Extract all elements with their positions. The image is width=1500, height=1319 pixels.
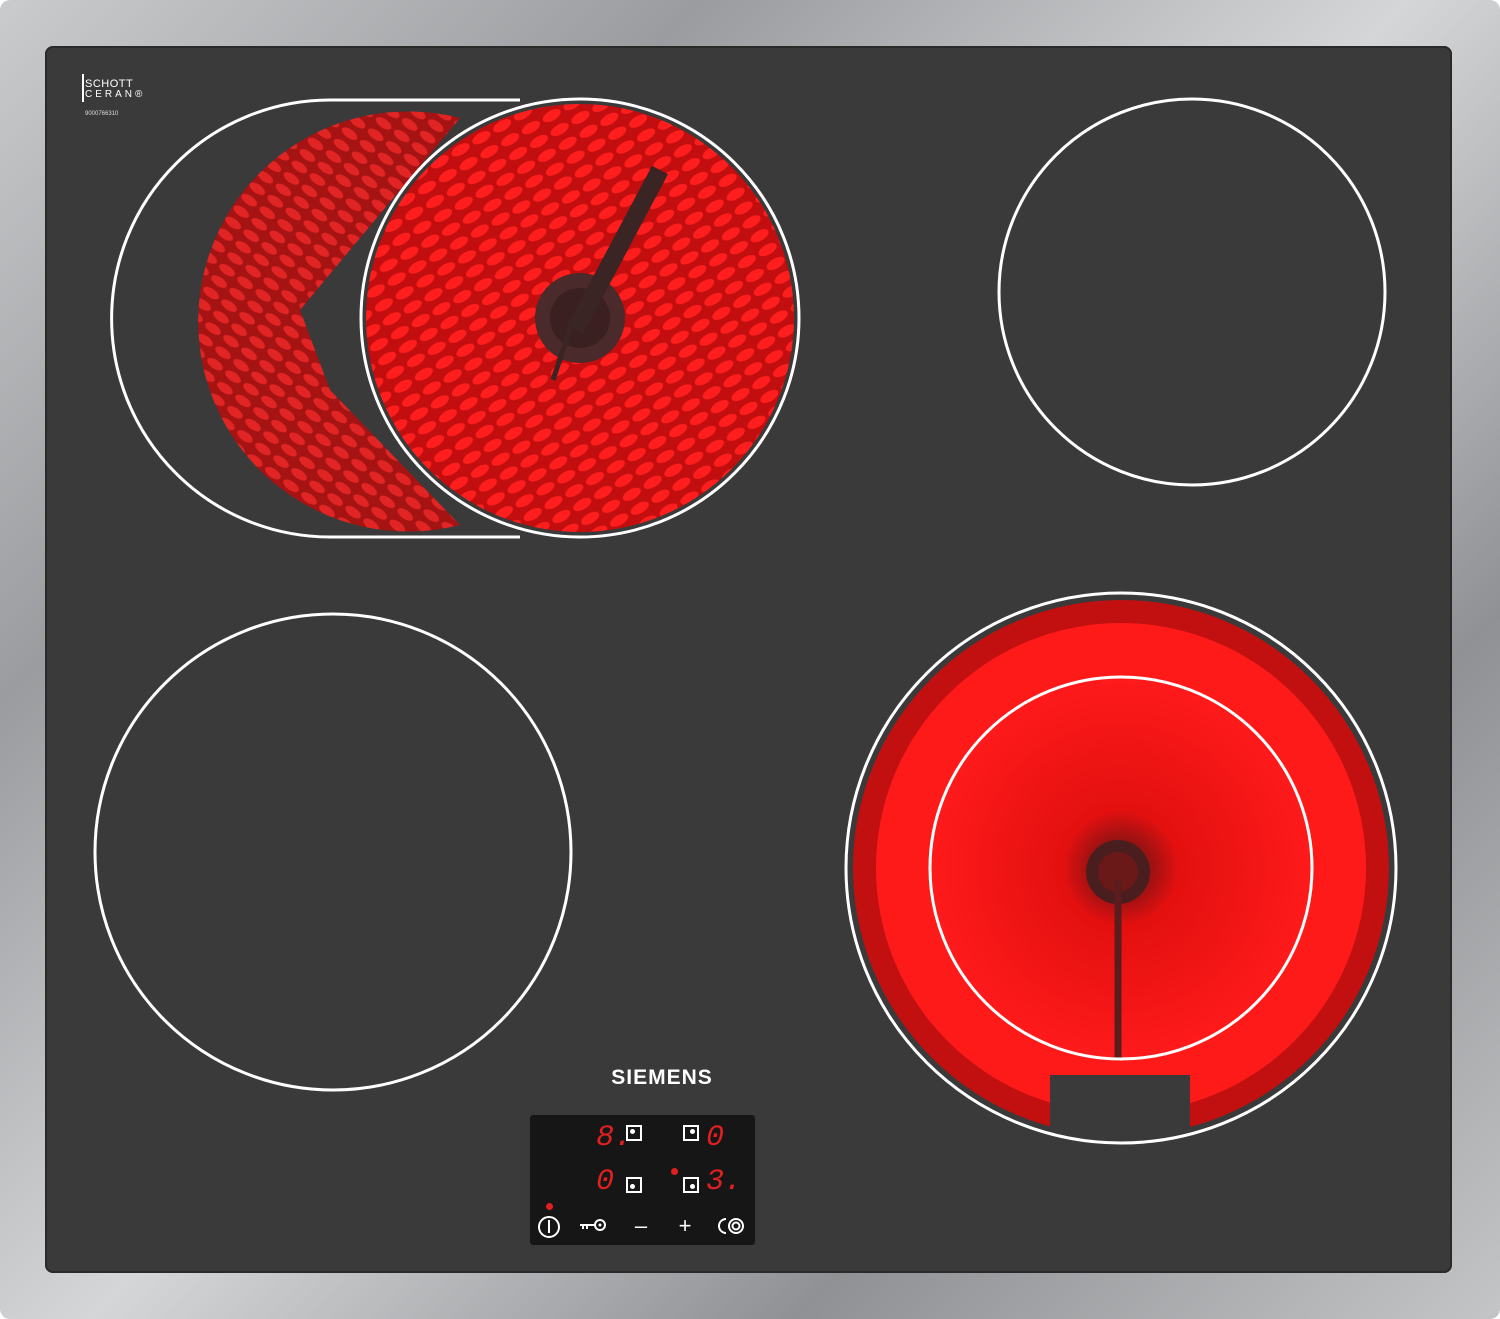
zone-indicator-front-right bbox=[683, 1177, 699, 1193]
zone-select-led bbox=[671, 1168, 678, 1175]
dual-zone-icon[interactable] bbox=[714, 1215, 748, 1241]
brand-logo: SIEMENS bbox=[611, 1066, 713, 1089]
key-icon[interactable] bbox=[576, 1215, 610, 1239]
power-led bbox=[546, 1203, 553, 1210]
zone-back-right bbox=[997, 97, 1387, 487]
display-front-left-bottom: 0 bbox=[596, 1165, 615, 1199]
zone-front-left bbox=[93, 612, 573, 1092]
display-front-right: 3. bbox=[706, 1165, 743, 1199]
zone-indicator-front-left bbox=[626, 1177, 642, 1193]
zone-front-right-dual bbox=[844, 591, 1398, 1150]
zone-indicator-back-right bbox=[683, 1125, 699, 1141]
minus-button[interactable]: – bbox=[624, 1215, 658, 1237]
zone-indicator-back-left bbox=[626, 1125, 642, 1141]
display-back-right: 0 bbox=[706, 1121, 725, 1155]
power-icon[interactable] bbox=[532, 1215, 566, 1243]
control-panel: 8. 0 0 3. – + bbox=[530, 1115, 755, 1245]
plus-button[interactable]: + bbox=[668, 1215, 702, 1237]
zone-back-left-extended bbox=[110, 97, 801, 539]
